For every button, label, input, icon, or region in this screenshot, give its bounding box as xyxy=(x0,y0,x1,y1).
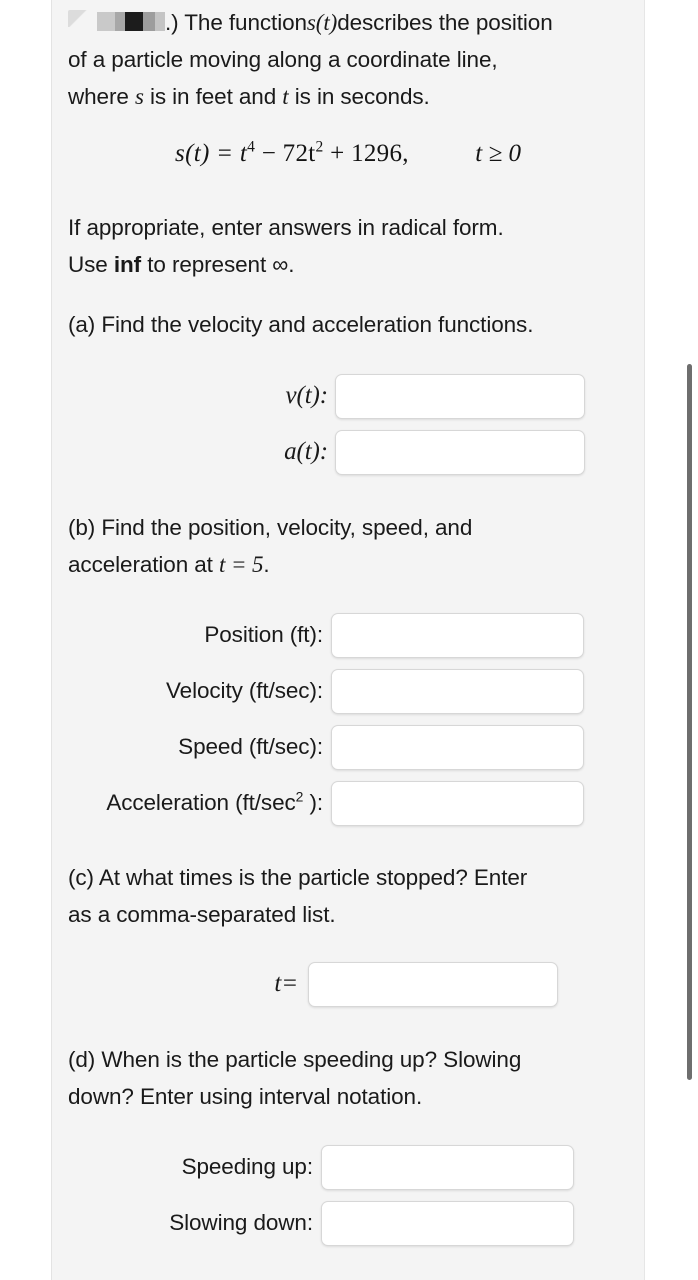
answer-row: Speed (ft/sec): xyxy=(68,721,584,773)
intro-after-redaction: .) The function xyxy=(165,10,307,35)
acceleration-label: Acceleration (ft/sec2 ): xyxy=(106,790,331,816)
part-d-prompt: (d) When is the particle speeding up? Sl… xyxy=(68,1041,640,1115)
answer-row: Position (ft): xyxy=(68,609,584,661)
slowing-down-label: Slowing down: xyxy=(169,1210,313,1235)
part-c-answer-group: t= xyxy=(190,958,558,1010)
intro-line-3-b: is in feet and xyxy=(143,84,283,109)
stopped-times-input[interactable] xyxy=(308,961,558,1007)
answer-row: t= xyxy=(190,958,558,1010)
part-b-prompt-line-1: (b) Find the position, velocity, speed, … xyxy=(68,515,473,540)
part-b-answer-group: Position (ft): Velocity (ft/sec): Speed … xyxy=(68,609,584,829)
position-equation: s(t) = t4 − 72t2 + 1296, t ≥ 0 xyxy=(51,138,645,168)
equation-exponent-4: 4 xyxy=(247,138,256,156)
answer-row: Acceleration (ft/sec2 ): xyxy=(68,777,584,829)
equation-domain-condition: t ≥ 0 xyxy=(475,140,521,167)
equation-rhs: + 1296, xyxy=(323,140,409,167)
position-input[interactable] xyxy=(331,612,584,658)
part-b-time-value: t = 5 xyxy=(219,552,264,577)
acceleration-function-label: a(t): xyxy=(284,438,328,465)
dog-ear-corner-icon xyxy=(68,10,88,27)
answer-row: v(t): xyxy=(205,370,585,422)
instruction-line-2: Use inf to represent ∞. xyxy=(68,246,640,283)
redacted-block-icon xyxy=(97,12,165,31)
equation-lhs: s(t) = t xyxy=(175,140,248,167)
problem-intro-line-2: of a particle moving along a coordinate … xyxy=(68,47,498,72)
inf-keyword: inf xyxy=(113,252,142,277)
part-a-prompt: (a) Find the velocity and acceleration f… xyxy=(68,312,534,337)
instruction-line-2-a: Use xyxy=(68,252,114,277)
velocity-label: Velocity (ft/sec): xyxy=(166,678,323,703)
equation-expression: s(t) = t4 − 72t2 + 1296, xyxy=(175,138,409,167)
velocity-function-input[interactable] xyxy=(335,373,585,419)
slowing-down-input[interactable] xyxy=(321,1200,574,1246)
equation-mid-text: − 72t xyxy=(255,140,316,167)
part-b-prompt-line-2: acceleration at t = 5. xyxy=(68,546,640,583)
part-c-prompt-line-1: (c) At what times is the particle stoppe… xyxy=(68,865,528,890)
instruction-line-2-b: to represent ∞. xyxy=(141,252,295,277)
answer-row: Velocity (ft/sec): xyxy=(68,665,584,717)
speed-input[interactable] xyxy=(331,724,584,770)
acceleration-function-input[interactable] xyxy=(335,429,585,475)
acceleration-label-base: Acceleration (ft/sec xyxy=(106,790,296,815)
part-d-answer-group: Speeding up: Slowing down: xyxy=(120,1141,574,1249)
part-a-answer-group: v(t): a(t): xyxy=(205,370,585,478)
problem-intro-line-3: where s is in feet and t is in seconds. xyxy=(68,78,634,115)
speed-label: Speed (ft/sec): xyxy=(178,734,323,759)
intro-line-3-c: is in seconds. xyxy=(288,84,430,109)
intro-line-3-a: where xyxy=(68,84,135,109)
part-b-prompt-line-2-a: acceleration at xyxy=(68,552,219,577)
part-b-prompt: (b) Find the position, velocity, speed, … xyxy=(68,509,640,583)
problem-intro: .) The function s(t) describes the posit… xyxy=(68,4,634,115)
position-label: Position (ft): xyxy=(204,622,323,647)
part-d-prompt-line-2: down? Enter using interval notation. xyxy=(68,1084,423,1109)
part-c-prompt-line-2: as a comma-separated list. xyxy=(68,902,336,927)
vertical-scrollbar-thumb[interactable] xyxy=(687,364,692,1080)
speeding-up-input[interactable] xyxy=(321,1144,574,1190)
instruction-line-1: If appropriate, enter answers in radical… xyxy=(68,215,504,240)
intro-line-1-tail: describes the position xyxy=(337,10,553,35)
var-s: s xyxy=(134,84,144,109)
equation-mid: − 72t xyxy=(255,140,316,167)
acceleration-input[interactable] xyxy=(331,780,584,826)
answer-format-instructions: If appropriate, enter answers in radical… xyxy=(68,209,640,283)
velocity-function-label: v(t): xyxy=(285,382,328,409)
part-d-prompt-line-1: (d) When is the particle speeding up? Sl… xyxy=(68,1047,522,1072)
part-b-prompt-line-2-b: . xyxy=(263,552,270,577)
function-s-of-t: s(t) xyxy=(306,10,338,35)
equation-exponent-2: 2 xyxy=(315,138,324,156)
answer-row: Speeding up: xyxy=(120,1141,574,1193)
problem-intro-line-1: .) The function s(t) describes the posit… xyxy=(68,4,634,41)
stopped-times-label: t= xyxy=(274,970,298,997)
answer-row: a(t): xyxy=(205,426,585,478)
velocity-input[interactable] xyxy=(331,668,584,714)
part-c-prompt: (c) At what times is the particle stoppe… xyxy=(68,859,640,933)
acceleration-label-tail: ): xyxy=(303,790,323,815)
page-root: .) The function s(t) describes the posit… xyxy=(0,0,698,1280)
speeding-up-label: Speeding up: xyxy=(181,1154,314,1179)
answer-row: Slowing down: xyxy=(120,1197,574,1249)
